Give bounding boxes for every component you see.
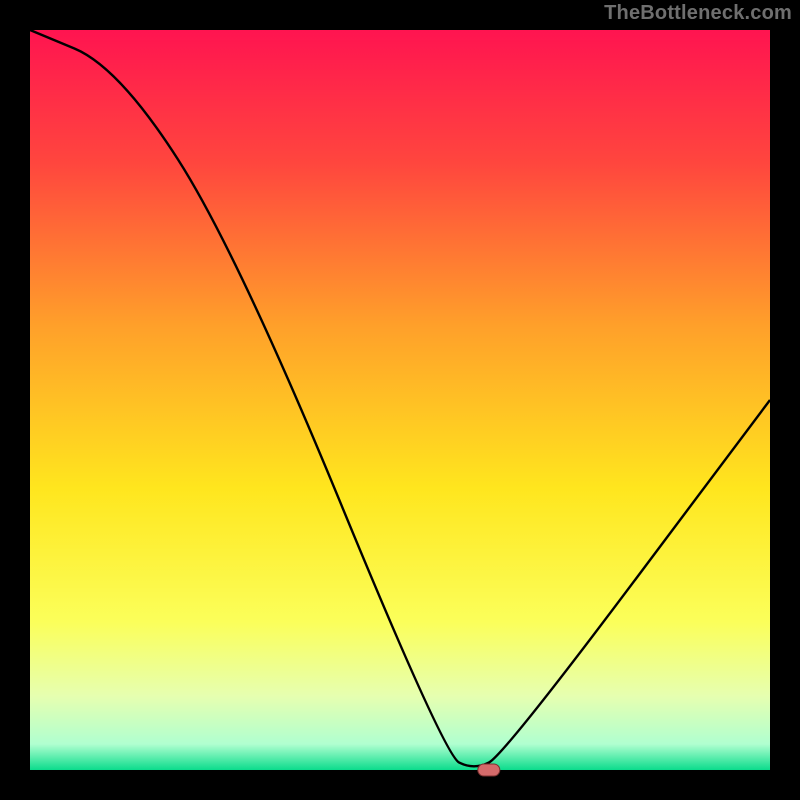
optimal-point-marker xyxy=(478,764,500,776)
plot-background xyxy=(30,30,770,770)
bottleneck-chart xyxy=(0,0,800,800)
chart-frame: TheBottleneck.com xyxy=(0,0,800,800)
attribution-label: TheBottleneck.com xyxy=(604,2,792,25)
